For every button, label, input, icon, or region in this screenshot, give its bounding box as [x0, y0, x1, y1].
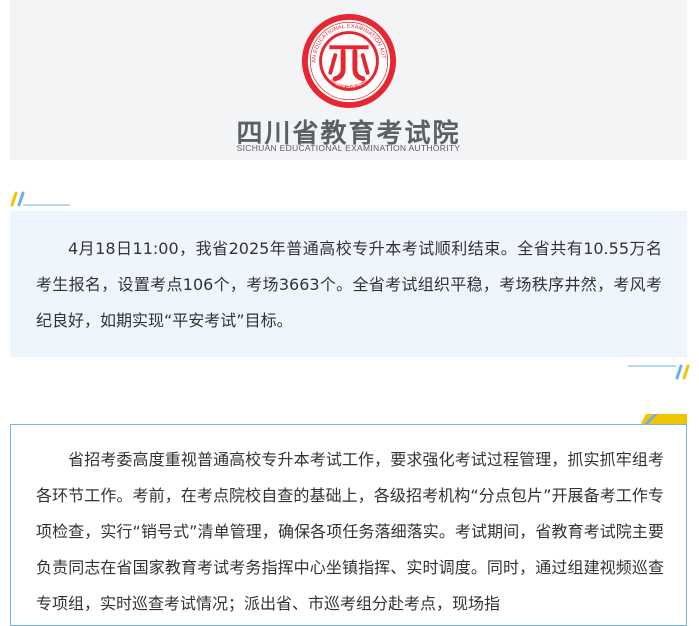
summary-text: 4月18日11:00，我省2025年普通高校专升本考试顺利结束。全省共有10.5… — [36, 239, 662, 330]
detail-paragraph: 省招考委高度重视普通高校专升本考试工作，要求强化考试过程管理，抓实抓牢组考各环节… — [36, 442, 664, 622]
organization-english-name: SICHUAN EDUCATIONAL EXAMINATION AUTHORIT… — [236, 143, 461, 153]
decorative-slash-lines-right — [628, 364, 690, 380]
decorative-slash-lines — [10, 191, 70, 207]
sichuan-exam-authority-seal-logo: SICHUAN EDUCATIONAL EXAMINATION AUTHORIT… — [300, 12, 397, 109]
detail-text: 省招考委高度重视普通高校专升本考试工作，要求强化考试过程管理，抓实抓牢组考各环节… — [36, 450, 664, 613]
detail-box: 省招考委高度重视普通高校专升本考试工作，要求强化考试过程管理，抓实抓牢组考各环节… — [10, 424, 687, 626]
header-banner: SICHUAN EDUCATIONAL EXAMINATION AUTHORIT… — [10, 0, 687, 160]
summary-box: 4月18日11:00，我省2025年普通高校专升本考试顺利结束。全省共有10.5… — [10, 211, 687, 357]
summary-paragraph: 4月18日11:00，我省2025年普通高校专升本考试顺利结束。全省共有10.5… — [36, 231, 662, 339]
